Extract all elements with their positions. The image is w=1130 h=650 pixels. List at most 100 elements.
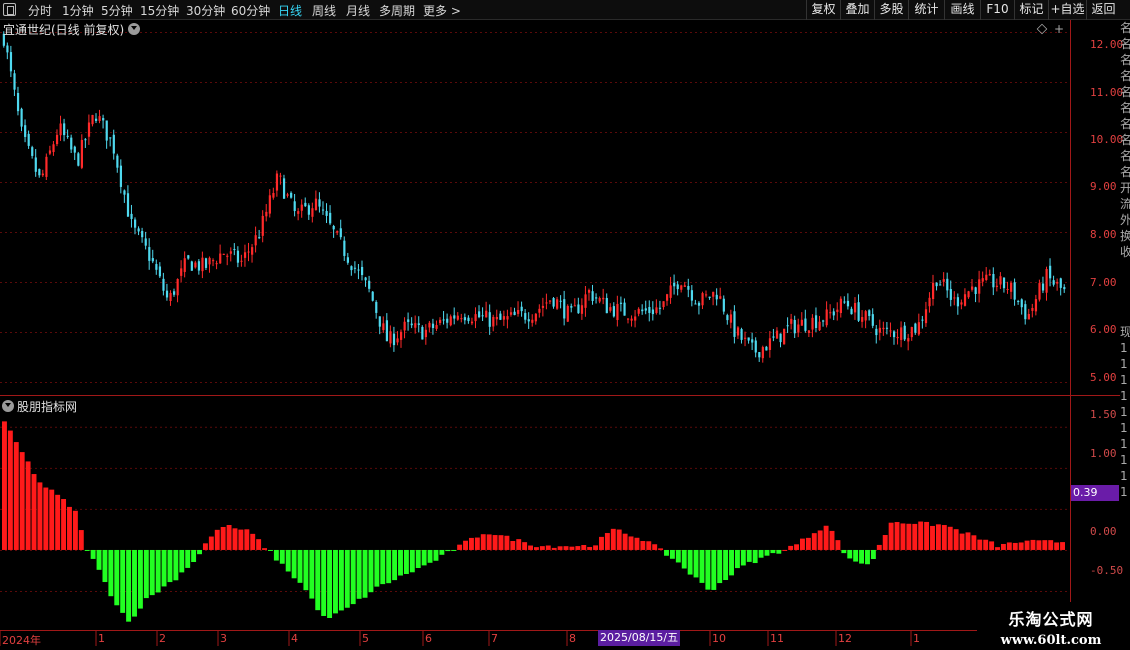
up-candle-body (953, 297, 956, 299)
up-candle-body (87, 122, 91, 137)
up-candle-body (545, 302, 548, 304)
positive-indicator-bar (510, 541, 516, 550)
positive-indicator-bar (551, 547, 557, 550)
down-candle-body (914, 323, 917, 333)
down-candle-body (442, 319, 445, 321)
up-candle-body (55, 134, 59, 145)
negative-indicator-bar (191, 549, 197, 563)
down-candle-body (793, 319, 796, 334)
negative-indicator-bar (374, 549, 380, 587)
down-candle-body (421, 326, 424, 340)
chevron-down-icon[interactable] (2, 400, 14, 412)
up-candle-body (967, 291, 970, 298)
positive-indicator-bar (545, 545, 551, 550)
negative-indicator-bar (740, 549, 746, 566)
down-candle-body (141, 231, 144, 238)
negative-indicator-bar (439, 549, 445, 555)
watermark-title: 乐淘公式网 (1008, 610, 1094, 629)
up-candle-body (797, 324, 800, 333)
positive-indicator-bar (67, 506, 72, 550)
down-candle-body (6, 45, 9, 53)
negative-indicator-bar (859, 549, 865, 564)
up-candle-body (712, 291, 715, 297)
up-candle-body (52, 144, 55, 153)
down-candle-body (754, 340, 757, 353)
chevron-down-icon[interactable] (128, 23, 141, 35)
up-candle-body (626, 318, 630, 320)
positive-indicator-bar (829, 530, 835, 550)
down-candle-body (66, 135, 69, 137)
indicator-axis-label: 1.00 (1090, 447, 1117, 460)
positive-indicator-bar (1036, 540, 1042, 550)
negative-indicator-bar (445, 549, 451, 552)
up-candle-body (864, 311, 867, 321)
down-candle-body (158, 266, 162, 277)
quote-info-item: 名 (1120, 149, 1130, 163)
up-candle-body (470, 321, 474, 324)
positive-indicator-bar (1018, 542, 1024, 550)
up-candle-body (790, 318, 793, 324)
positive-indicator-bar (622, 533, 628, 550)
down-candle-body (321, 209, 325, 211)
down-candle-body (708, 296, 711, 298)
down-candle-body (375, 301, 378, 313)
up-candle-body (729, 314, 733, 323)
down-candle-body (513, 311, 516, 316)
up-candle-body (226, 255, 229, 257)
positive-indicator-bar (528, 545, 533, 550)
down-candle-body (109, 137, 112, 139)
down-candle-body (832, 311, 835, 316)
up-candle-body (761, 347, 764, 359)
up-candle-body (180, 268, 183, 276)
down-candle-body (1041, 283, 1045, 291)
up-candle-body (655, 307, 658, 313)
up-candle-body (275, 173, 279, 191)
down-candle-body (417, 323, 420, 325)
up-candle-body (609, 307, 612, 311)
price-axis-label: 5.00 (1090, 371, 1117, 384)
chart-canvas[interactable] (0, 0, 1130, 650)
negative-indicator-bar (96, 549, 102, 570)
positive-indicator-bar (1024, 540, 1030, 550)
positive-indicator-bar (7, 430, 13, 550)
down-candle-body (591, 291, 594, 301)
down-candle-body (38, 168, 41, 176)
indicator-axis-label: 1.50 (1090, 408, 1117, 421)
positive-indicator-bar (250, 533, 256, 550)
down-candle-body (24, 125, 27, 137)
quote-info-item: 名 (1120, 21, 1130, 35)
up-candle-body (261, 215, 264, 236)
up-candle-body (169, 292, 172, 302)
positive-indicator-bar (2, 421, 7, 550)
positive-indicator-bar (19, 452, 25, 550)
negative-indicator-bar (309, 549, 315, 599)
up-candle-body (960, 302, 963, 305)
up-candle-body (254, 235, 257, 246)
positive-indicator-bar (965, 532, 971, 550)
up-candle-body (861, 317, 864, 322)
up-candle-body (598, 298, 601, 302)
down-candle-body (690, 290, 694, 301)
plus-icon[interactable]: + (1054, 22, 1064, 36)
negative-indicator-bar (279, 549, 285, 564)
down-candle-body (1049, 265, 1052, 279)
up-candle-body (509, 312, 513, 315)
up-candle-body (243, 252, 247, 258)
positive-indicator-bar (835, 540, 841, 550)
positive-indicator-bar (888, 522, 894, 550)
positive-indicator-bar (1054, 542, 1060, 550)
positive-indicator-bar (37, 482, 43, 550)
down-candle-body (84, 139, 87, 141)
up-candle-body (1038, 283, 1041, 300)
indicator-axis-label: -0.50 (1090, 564, 1124, 577)
negative-indicator-bar (126, 549, 132, 622)
negative-indicator-bar (675, 549, 681, 563)
down-candle-body (453, 315, 456, 319)
positive-indicator-bar (941, 525, 947, 550)
down-candle-body (524, 313, 527, 320)
down-candle-body (605, 297, 608, 314)
down-candle-body (751, 339, 754, 343)
positive-indicator-bar (61, 499, 67, 550)
indicator-axis-label: 0.00 (1090, 525, 1117, 538)
down-candle-body (843, 301, 846, 303)
